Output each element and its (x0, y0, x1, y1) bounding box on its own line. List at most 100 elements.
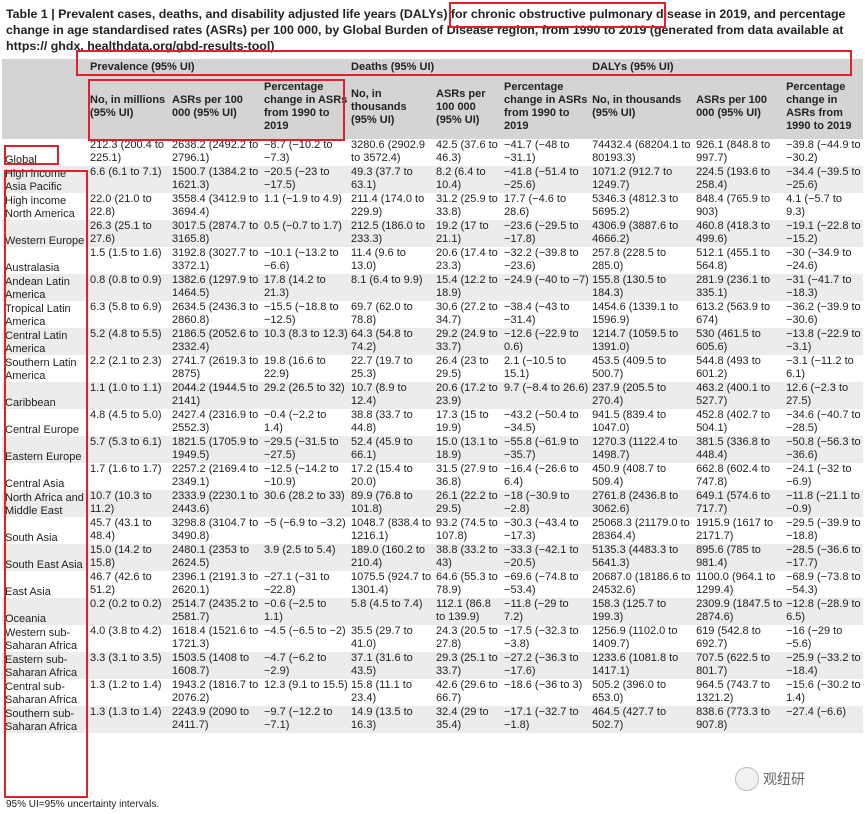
cell-prev-change: −27.1 (−31 to −22.8) (264, 571, 330, 596)
cell-dalys-asr: 613.2 (563.9 to 674) (696, 301, 771, 326)
region-label: Global (5, 153, 37, 166)
cell-prev-change: −8.7 (−10.2 to −7.3) (264, 139, 333, 164)
cell-dalys-change: −31 (−41.7 to −18.3) (783, 274, 864, 301)
cell-deaths-count: 69.7 (62.0 to 78.8) (351, 301, 413, 326)
cell-prev-change: −4.5 (−6.5 to −2) (264, 625, 346, 637)
cell-deaths-count: 1048.7 (838.4 to 1216.1) (351, 517, 432, 542)
cell-deaths-asr: 42.5 (37.6 to 46.3) (436, 139, 498, 164)
cell-prev-asr: 3558.4 (3412.9 to 3694.4) (172, 193, 259, 218)
cell-prev-change: −4.7 (−6.2 to −2.9) (261, 652, 349, 679)
cell-prev-count: 1.3 (1.2 to 1.4) (90, 679, 162, 691)
cell-dalys-asr: 838.6 (773.3 to 907.8) (693, 706, 784, 733)
region-label: Central Asia (5, 477, 65, 490)
region-label: Central sub-Saharan Africa (5, 681, 78, 706)
cell-dalys-asr: 649.1 (574.6 to 717.7) (693, 490, 784, 517)
cell-deaths-asr: 24.3 (20.5 to 27.8) (436, 625, 498, 650)
cell-dalys-asr: 452.8 (402.7 to 504.1) (696, 409, 771, 434)
cell-dalys-asr: 926.1 (848.8 to 997.7) (696, 139, 771, 164)
cell-dalys-change: −16 (−29 to −5.6) (786, 625, 843, 650)
cell-deaths-change: 17.7 (−4.6 to 28.6) (504, 193, 567, 218)
table-row: Tropical Latin America 6.3 (5.8 to 6.9) 26… (2, 301, 863, 328)
cell-dalys-count: 450.9 (408.7 to 509.4) (592, 463, 667, 488)
col-deaths-count: No, in thousands (95% UI) (348, 75, 434, 139)
region-label: South East Asia (2, 544, 87, 571)
cell-dalys-change: −11.8 (−21.1 to −0.9) (783, 490, 864, 517)
region-label: Southern Latin America (5, 357, 77, 382)
cell-dalys-change: −24.1 (−32 to −6.9) (786, 463, 852, 488)
cell-prev-count: 10.7 (10.3 to 11.2) (87, 490, 169, 517)
cell-deaths-asr: 42.6 (29.6 to 66.7) (436, 679, 498, 704)
region-label: North Africa and Middle East (2, 490, 87, 517)
cell-deaths-asr: 20.6 (17.4 to 23.3) (436, 247, 498, 272)
cell-dalys-change: 4.1 (−5.7 to 9.3) (786, 193, 843, 218)
cell-deaths-change: −30.3 (−43.4 to −17.3) (504, 517, 579, 542)
cell-deaths-change: −24.9 (−40 to −7) (501, 274, 590, 301)
cell-dalys-change: −30 (−34.9 to −24.6) (786, 247, 852, 272)
cell-deaths-asr: 31.5 (27.9 to 36.8) (436, 463, 498, 488)
cell-dalys-change: −34.6 (−40.7 to −28.5) (786, 409, 861, 434)
cell-deaths-count: 1075.5 (924.7 to 1301.4) (351, 571, 432, 596)
table-row: Eastern Europe 5.7 (5.3 to 6.1) 1821.5 (17… (2, 436, 864, 463)
table-row: Southern sub-Saharan Africa 1.3 (1.3 to 1… (2, 706, 864, 733)
cell-prev-asr: 2396.1 (2191.3 to 2620.1) (172, 571, 259, 596)
region-label: Andean Latin America (2, 274, 87, 301)
cell-dalys-count: 25068.3 (21179.0 to 28364.4) (592, 517, 690, 542)
cell-dalys-change: −13.8 (−22.9 to −3.1) (783, 328, 864, 355)
region-label: Southern sub-Saharan Africa (2, 706, 87, 733)
cell-deaths-change: −17.5 (−32.3 to −3.8) (504, 625, 579, 650)
cell-dalys-asr: 848.4 (765.9 to 903) (696, 193, 771, 218)
cell-deaths-count: 38.8 (33.7 to 44.8) (351, 409, 413, 434)
col-prev-count: No, in millions (95% UI) (87, 75, 169, 139)
cell-deaths-change: −18 (−30.9 to −2.8) (501, 490, 590, 517)
cell-dalys-change: −15.6 (−30.2 to 1.4) (786, 679, 861, 704)
table-row: Central Europe 4.8 (4.5 to 5.0) 2427.4 (23… (2, 409, 863, 436)
cell-prev-count: 5.7 (5.3 to 6.1) (87, 436, 169, 463)
table-row: Western Europe 26.3 (25.1 to 27.6) 3017.5 … (2, 220, 864, 247)
region-label: Oceania (2, 598, 87, 625)
cell-dalys-count: 1454.6 (1339.1 to 1596.9) (592, 301, 679, 326)
cell-deaths-count: 14.9 (13.5 to 16.3) (348, 706, 434, 733)
cell-prev-asr: 2634.5 (2436.3 to 2860.8) (172, 301, 259, 326)
cell-deaths-change: −69.6 (−74.8 to −53.4) (504, 571, 579, 596)
region-label: East Asia (5, 585, 51, 598)
cell-deaths-change: −27.2 (−36.3 to −17.6) (501, 652, 590, 679)
cell-dalys-asr: 544.8 (493 to 601.2) (696, 355, 761, 380)
cell-deaths-asr: 17.3 (15 to 19.9) (436, 409, 489, 434)
cell-dalys-asr: 662.8 (602.4 to 747.8) (696, 463, 771, 488)
table-row: South East Asia 15.0 (14.2 to 15.8) 2480.1… (2, 544, 864, 571)
cell-prev-change: 0.5 (−0.7 to 1.7) (261, 220, 349, 247)
cell-prev-change: 12.3 (9.1 to 15.5) (264, 679, 348, 691)
cell-dalys-count: 1233.6 (1081.8 to 1417.1) (589, 652, 694, 679)
table-row: Central Asia 1.7 (1.6 to 1.7) 2257.2 (2169… (2, 463, 863, 490)
cell-dalys-count: 505.2 (396.0 to 653.0) (592, 679, 667, 704)
wechat-logo-icon (735, 767, 759, 791)
cell-deaths-change: −33.3 (−42.1 to −20.5) (501, 544, 590, 571)
cell-prev-count: 6.6 (6.1 to 7.1) (87, 166, 169, 193)
cell-prev-asr: 2741.7 (2619.3 to 2875) (172, 355, 259, 380)
cell-deaths-asr: 112.1 (86.8 to 139.9) (433, 598, 502, 625)
cell-deaths-asr: 29.2 (24.9 to 33.7) (433, 328, 502, 355)
table-row: Andean Latin America 0.8 (0.8 to 0.9) 1382… (2, 274, 864, 301)
cell-prev-change: 3.9 (2.5 to 5.4) (261, 544, 349, 571)
cell-dalys-asr: 895.6 (785 to 981.4) (693, 544, 784, 571)
cell-dalys-count: 4306.9 (3887.6 to 4666.2) (589, 220, 694, 247)
cell-prev-asr: 2427.4 (2316.9 to 2552.3) (172, 409, 259, 434)
cell-dalys-count: 464.5 (427.7 to 502.7) (589, 706, 694, 733)
table-row: Global 212.3 (200.4 to 225.1) 2638.2 (2492… (2, 139, 863, 166)
cell-prev-count: 6.3 (5.8 to 6.9) (90, 301, 162, 313)
col-prev-asr: ASRs per 100 000 (95% UI) (169, 75, 261, 139)
cell-prev-change: −10.1 (−13.2 to −6.6) (264, 247, 339, 272)
cell-dalys-asr: 1100.0 (964.1 to 1299.4) (696, 571, 776, 596)
cell-deaths-count: 3280.6 (2902.9 to 3572.4) (351, 139, 426, 164)
cell-deaths-count: 64.3 (54.8 to 74.2) (348, 328, 434, 355)
cell-prev-change: −29.5 (−31.5 to −27.5) (261, 436, 349, 463)
cell-prev-change: −15.5 (−18.8 to −12.5) (264, 301, 339, 326)
cell-deaths-count: 5.8 (4.5 to 7.4) (348, 598, 434, 625)
cell-deaths-change: −11.8 (−29 to 7.2) (501, 598, 590, 625)
cell-deaths-asr: 26.4 (23 to 29.5) (436, 355, 489, 380)
cell-dalys-count: 74432.4 (68204.1 to 80193.3) (592, 139, 691, 164)
cell-deaths-change: −17.1 (−32.7 to −1.8) (501, 706, 590, 733)
cell-deaths-asr: 29.3 (25.1 to 33.7) (433, 652, 502, 679)
cell-deaths-count: 212.5 (186.0 to 233.3) (348, 220, 434, 247)
cell-deaths-change: −18.6 (−36 to 3) (504, 679, 583, 691)
